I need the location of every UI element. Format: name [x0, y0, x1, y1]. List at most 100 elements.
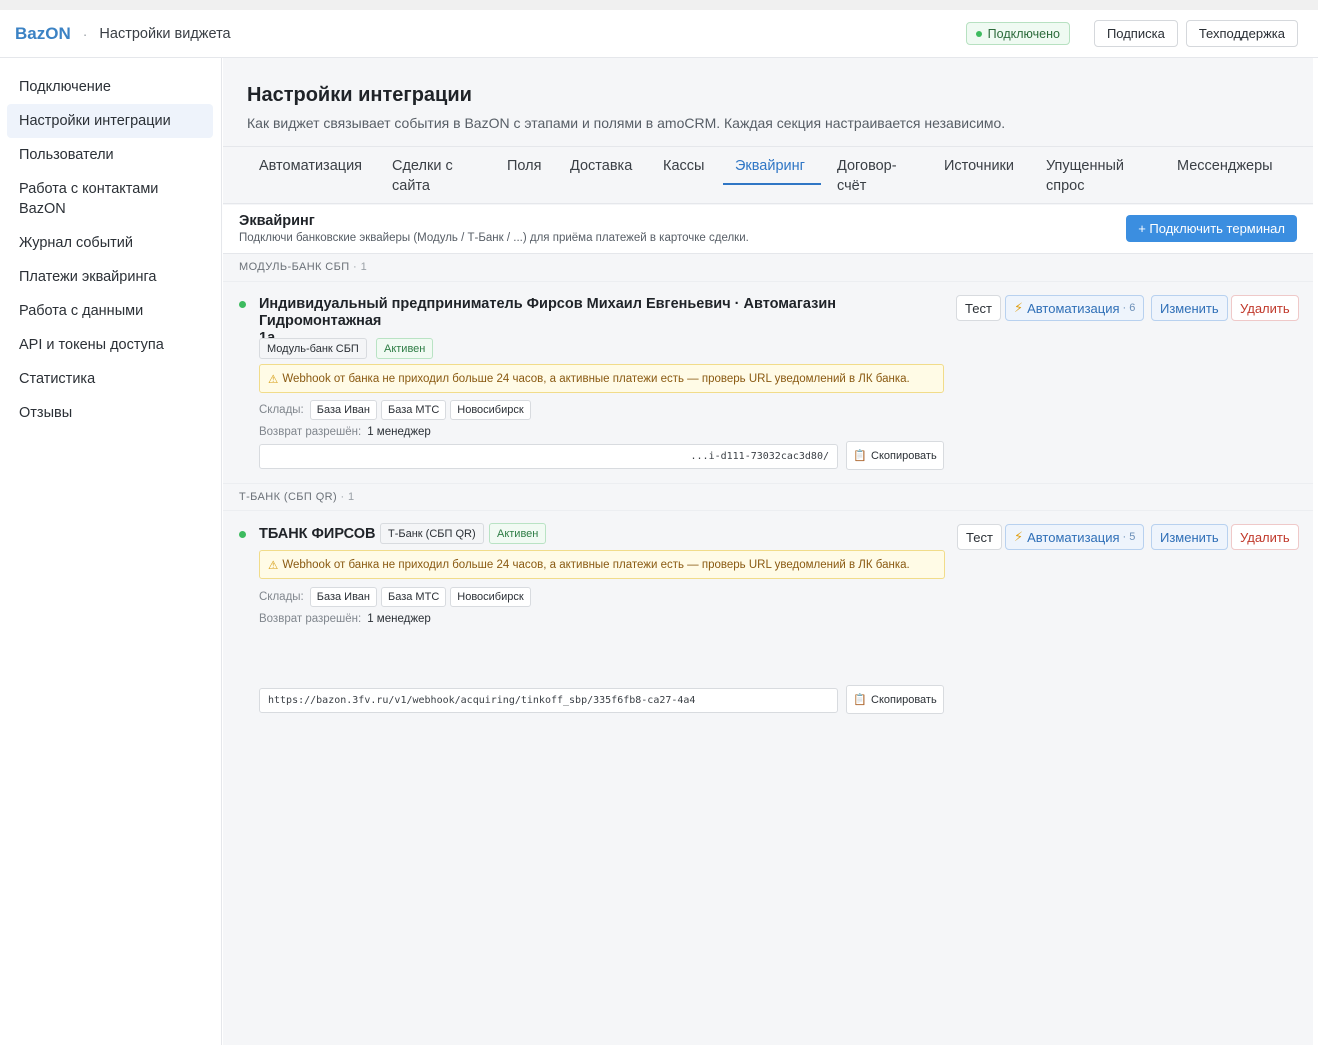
top-header: BazON · Настройки виджета Подключено Под…	[0, 10, 1318, 58]
warehouses-label: Склады:	[259, 591, 304, 603]
sidebar-item-data[interactable]: Работа с данными	[7, 294, 213, 328]
automation-button[interactable]: ⚡ Автоматизация · 6	[1005, 295, 1145, 321]
copy-label: Скопировать	[871, 693, 937, 706]
webhook-url-field[interactable]	[259, 444, 838, 469]
copy-label: Скопировать	[871, 449, 937, 462]
warning-icon: ⚠	[268, 373, 279, 386]
warehouses-row: Склады: База Иван База МТС Новосибирск	[259, 587, 531, 607]
refund-row: Возврат разрешён: 1 менеджер	[259, 613, 431, 625]
connect-terminal-button[interactable]: + Подключить терминал	[1126, 215, 1297, 242]
header-title: Настройки виджета	[99, 25, 231, 42]
clipboard-icon: 📋	[853, 694, 867, 706]
warning-text: Webhook от банка не приходил больше 24 ч…	[282, 558, 910, 571]
automation-count: · 6	[1122, 302, 1136, 314]
terminal-title-line1: Индивидуальный предприниматель Фирсов Ми…	[259, 296, 837, 329]
main-content: Настройки интеграции Как виджет связывае…	[223, 58, 1313, 1045]
warehouses-row: Склады: База Иван База МТС Новосибирск	[259, 400, 531, 420]
tab-lost-demand[interactable]: Упущенный спрос	[1046, 156, 1146, 196]
sidebar: Подключение Настройки интеграции Пользов…	[0, 58, 222, 1045]
active-tab-indicator	[723, 183, 821, 185]
brand-logo[interactable]: BazON	[15, 24, 71, 44]
sidebar-item-statistics[interactable]: Статистика	[7, 362, 213, 396]
sidebar-item-reviews[interactable]: Отзывы	[7, 396, 213, 430]
right-edge	[1313, 58, 1318, 1045]
provider-badge: Т-Банк (СБП QR)	[380, 523, 484, 544]
group-count: · 1	[340, 491, 355, 503]
tab-acquiring[interactable]: Эквайринг	[735, 156, 805, 176]
status-dot-icon	[975, 30, 982, 37]
edit-button[interactable]: Изменить	[1151, 295, 1228, 321]
automation-label: Автоматизация	[1027, 529, 1120, 545]
delete-button[interactable]: Удалить	[1231, 524, 1299, 550]
page-header: Настройки интеграции Как виджет связывае…	[223, 58, 1313, 146]
warehouse-chip: База Иван	[309, 587, 377, 607]
clipboard-icon: 📋	[853, 450, 867, 462]
terminal-title: ТБАНК ФИРСОВ	[259, 526, 376, 542]
refund-value: 1 менеджер	[367, 426, 431, 438]
bolt-icon: ⚡	[1014, 529, 1024, 544]
connection-status-badge: Подключено	[965, 22, 1070, 45]
automation-label: Автоматизация	[1027, 300, 1120, 316]
tab-contract-invoice[interactable]: Договор-счёт	[837, 156, 917, 196]
sidebar-item-api-tokens[interactable]: API и токены доступа	[7, 328, 213, 362]
tab-delivery[interactable]: Доставка	[570, 156, 632, 176]
test-button[interactable]: Тест	[957, 524, 1002, 550]
test-button[interactable]: Тест	[956, 295, 1001, 321]
tab-site-deals[interactable]: Сделки с сайта	[392, 156, 472, 196]
group-name: Т-БАНК (СБП QR)	[239, 491, 338, 503]
terminal-card-tbank: ТБАНК ФИРСОВ Т-Банк (СБП QR) Активен Тес…	[223, 511, 1313, 714]
terminal-card-modulbank: Индивидуальный предприниматель Фирсов Ми…	[223, 282, 1313, 483]
acquiring-section-header: Эквайринг Подключи банковские эквайеры (…	[223, 205, 1313, 254]
page-title: Настройки интеграции	[247, 84, 472, 106]
automation-button[interactable]: ⚡ Автоматизация · 5	[1005, 524, 1145, 550]
warning-icon: ⚠	[268, 559, 279, 572]
tab-sources[interactable]: Источники	[944, 156, 1014, 176]
warehouse-chip: Новосибирск	[450, 400, 531, 420]
automation-count: · 5	[1122, 531, 1136, 543]
page-subtitle: Как виджет связывает события в BazON с э…	[247, 115, 1006, 131]
connection-status-label: Подключено	[987, 26, 1060, 41]
sidebar-item-acquiring-payments[interactable]: Платежи эквайринга	[7, 260, 213, 294]
edit-button[interactable]: Изменить	[1151, 524, 1228, 550]
group-count: · 1	[353, 261, 368, 273]
warehouse-chip: База МТС	[381, 400, 447, 420]
active-status-dot	[239, 301, 246, 308]
warehouse-chip: База Иван	[309, 400, 377, 420]
group-label-modulbank: МОДУЛЬ-БАНК СБП · 1	[223, 254, 1313, 282]
group-label-tbank: Т-БАНК (СБП QR) · 1	[223, 483, 1313, 511]
tab-messengers[interactable]: Мессенджеры	[1177, 156, 1273, 176]
copy-url-button[interactable]: 📋 Скопировать	[846, 441, 944, 470]
sidebar-item-connection[interactable]: Подключение	[7, 70, 213, 104]
header-actions: Подключено Подписка Техподдержка	[965, 20, 1298, 47]
active-status-dot	[239, 531, 246, 538]
group-name: МОДУЛЬ-БАНК СБП	[239, 261, 350, 273]
status-badge: Активен	[489, 523, 547, 544]
subscription-button[interactable]: Подписка	[1093, 20, 1178, 47]
tab-bar: Автоматизация Сделки с сайта Поля Достав…	[223, 146, 1313, 204]
sidebar-item-users[interactable]: Пользователи	[7, 138, 213, 172]
status-badge: Активен	[376, 338, 434, 359]
sidebar-item-contacts[interactable]: Работа с контактами BazON	[7, 172, 187, 226]
webhook-url-field[interactable]	[259, 688, 838, 713]
refund-value: 1 менеджер	[367, 613, 431, 625]
tab-fields[interactable]: Поля	[507, 156, 541, 176]
support-button[interactable]: Техподдержка	[1185, 20, 1298, 47]
tab-automation[interactable]: Автоматизация	[259, 156, 362, 176]
window-top-strip	[0, 0, 1318, 10]
provider-badge: Модуль-банк СБП	[259, 338, 367, 359]
warehouses-label: Склады:	[259, 404, 304, 416]
sidebar-item-integration-settings[interactable]: Настройки интеграции	[7, 104, 213, 138]
webhook-warning: ⚠ Webhook от банка не приходил больше 24…	[259, 550, 945, 579]
refund-label: Возврат разрешён:	[259, 613, 362, 625]
delete-button[interactable]: Удалить	[1231, 295, 1299, 321]
bolt-icon: ⚡	[1014, 300, 1024, 315]
warning-text: Webhook от банка не приходил больше 24 ч…	[282, 372, 910, 385]
webhook-warning: ⚠ Webhook от банка не приходил больше 24…	[259, 364, 944, 393]
warehouse-chip: Новосибирск	[450, 587, 531, 607]
warehouse-chip: База МТС	[381, 587, 447, 607]
sidebar-item-event-log[interactable]: Журнал событий	[7, 226, 213, 260]
header-separator: ·	[82, 25, 88, 42]
tab-cash-registers[interactable]: Кассы	[663, 156, 704, 176]
refund-row: Возврат разрешён: 1 менеджер	[259, 426, 431, 438]
copy-url-button[interactable]: 📋 Скопировать	[846, 685, 944, 714]
